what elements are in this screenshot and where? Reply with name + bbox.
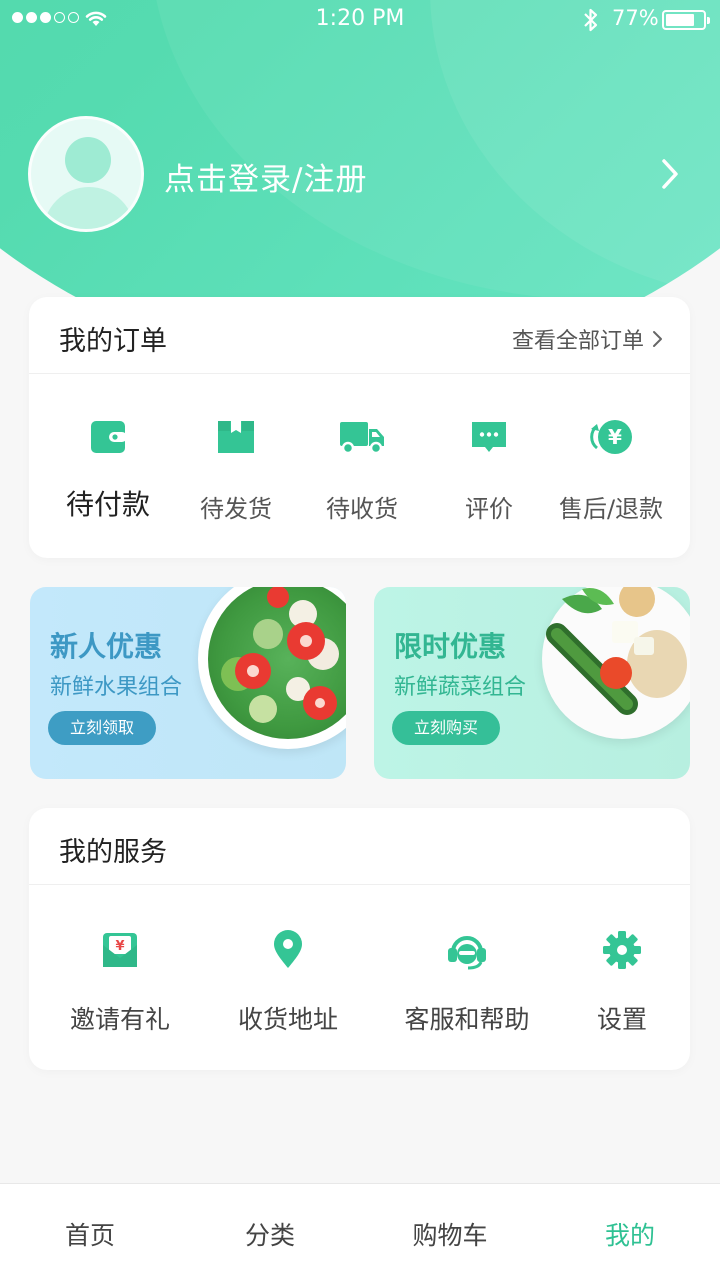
order-status-label: 评价	[465, 495, 513, 523]
promo-title: 新人优惠	[50, 630, 163, 663]
service-address[interactable]: 收货地址	[203, 930, 373, 1036]
service-label: 收货地址	[237, 1005, 338, 1034]
vegetable-plate-image	[542, 587, 690, 739]
chevron-right-icon[interactable]	[658, 156, 682, 192]
view-all-orders-label: 查看全部订单	[511, 329, 644, 354]
refund-icon: ¥	[590, 420, 632, 454]
battery-fill	[666, 14, 694, 26]
my-services-card: 我的服务 ¥ 邀请有礼 收货地址 客服和帮助 设置	[29, 808, 690, 1070]
order-status-pending-payment[interactable]: 待付款	[43, 417, 173, 523]
services-title: 我的服务	[59, 837, 167, 868]
promo-banner-limited-time[interactable]: 限时优惠 新鲜蔬菜组合 立刻购买	[374, 587, 690, 779]
tab-category[interactable]: 分类	[210, 1216, 330, 1252]
claim-now-button[interactable]: 立刻领取	[48, 711, 156, 745]
avatar-head	[65, 137, 111, 183]
service-label: 邀请有礼	[69, 1005, 170, 1034]
avatar[interactable]	[28, 116, 144, 232]
order-status-pending-shipment[interactable]: 待发货	[171, 417, 301, 524]
red-envelope-icon: ¥	[103, 933, 137, 967]
status-bar: 1:20 PM 77%	[0, 0, 720, 40]
wallet-icon	[91, 421, 127, 453]
truck-icon	[340, 422, 384, 455]
order-status-label: 售后/退款	[558, 495, 664, 523]
bluetooth-icon	[584, 8, 598, 32]
vegetable-illustration	[546, 587, 687, 715]
order-status-label: 待付款	[65, 488, 150, 521]
promo-banner-new-user[interactable]: 新人优惠 新鲜水果组合 立刻领取	[30, 587, 346, 779]
my-orders-card: 我的订单 查看全部订单 待付款 待发货 待收货 评价 ¥ 售后/退款	[29, 297, 690, 558]
battery-icon	[662, 10, 710, 30]
location-icon	[274, 930, 302, 968]
service-invite[interactable]: ¥ 邀请有礼	[35, 930, 205, 1036]
fruit-salad-illustration	[221, 587, 339, 723]
tab-home[interactable]: 首页	[30, 1216, 150, 1252]
bottom-tab-bar: 首页 分类 购物车 我的	[0, 1183, 720, 1280]
order-status-label: 待发货	[200, 495, 272, 523]
battery-percentage: 77%	[612, 6, 659, 30]
order-status-review[interactable]: 评价	[424, 417, 554, 524]
view-all-orders-link[interactable]: 查看全部订单	[512, 323, 664, 355]
avatar-body	[43, 187, 135, 229]
order-status-after-sales[interactable]: ¥ 售后/退款	[546, 417, 676, 524]
promo-subtitle: 新鲜水果组合	[50, 675, 183, 700]
order-status-label: 待收货	[326, 495, 398, 523]
tab-mine[interactable]: 我的	[570, 1216, 690, 1252]
service-settings[interactable]: 设置	[537, 930, 707, 1036]
promo-title: 限时优惠	[394, 630, 507, 663]
headset-icon	[448, 936, 486, 970]
package-icon	[218, 421, 254, 453]
service-label: 客服和帮助	[404, 1005, 530, 1034]
order-status-pending-receipt[interactable]: 待收货	[297, 417, 427, 524]
fruit-bowl-image	[198, 587, 346, 749]
divider	[29, 373, 690, 374]
orders-title: 我的订单	[59, 326, 167, 357]
gear-icon	[603, 931, 641, 969]
service-label: 设置	[596, 1005, 647, 1034]
buy-now-button[interactable]: 立刻购买	[392, 711, 500, 745]
login-register-link[interactable]: 点击登录/注册	[164, 154, 367, 199]
divider	[29, 884, 690, 885]
promo-subtitle: 新鲜蔬菜组合	[394, 675, 527, 700]
svg-text:¥: ¥	[115, 939, 124, 954]
svg-text:¥: ¥	[608, 425, 622, 449]
comment-icon	[472, 422, 506, 452]
chevron-right-icon	[653, 331, 662, 347]
service-customer-support[interactable]: 客服和帮助	[382, 930, 552, 1036]
tab-cart[interactable]: 购物车	[390, 1216, 510, 1252]
